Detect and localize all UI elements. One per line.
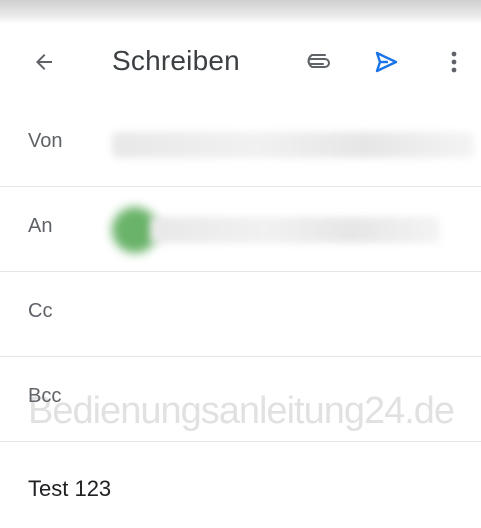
from-row[interactable]: Von [0, 102, 481, 187]
app-bar: Schreiben [0, 24, 481, 100]
paperclip-icon [307, 54, 330, 68]
more-options-button[interactable] [440, 44, 468, 80]
subject-row[interactable]: Test 123 [0, 442, 481, 527]
attach-button[interactable] [300, 44, 336, 80]
to-label: An [28, 215, 53, 237]
status-bar [0, 0, 481, 24]
cc-label: Cc [28, 300, 53, 322]
more-vert-icon [451, 51, 457, 73]
bcc-row[interactable]: Bcc [0, 357, 481, 442]
send-button[interactable] [368, 44, 404, 80]
back-button[interactable] [28, 46, 60, 78]
page-title: Schreiben [112, 45, 240, 76]
subject-field[interactable]: Test 123 [28, 476, 111, 502]
to-row[interactable]: An [0, 187, 481, 272]
send-icon [375, 51, 398, 73]
cc-row[interactable]: Cc [0, 272, 481, 357]
from-label: Von [28, 130, 63, 152]
back-arrow-icon [36, 54, 52, 70]
recipient-chip-redacted[interactable] [150, 217, 440, 243]
bcc-label: Bcc [28, 385, 62, 407]
from-address-redacted[interactable] [112, 132, 474, 158]
